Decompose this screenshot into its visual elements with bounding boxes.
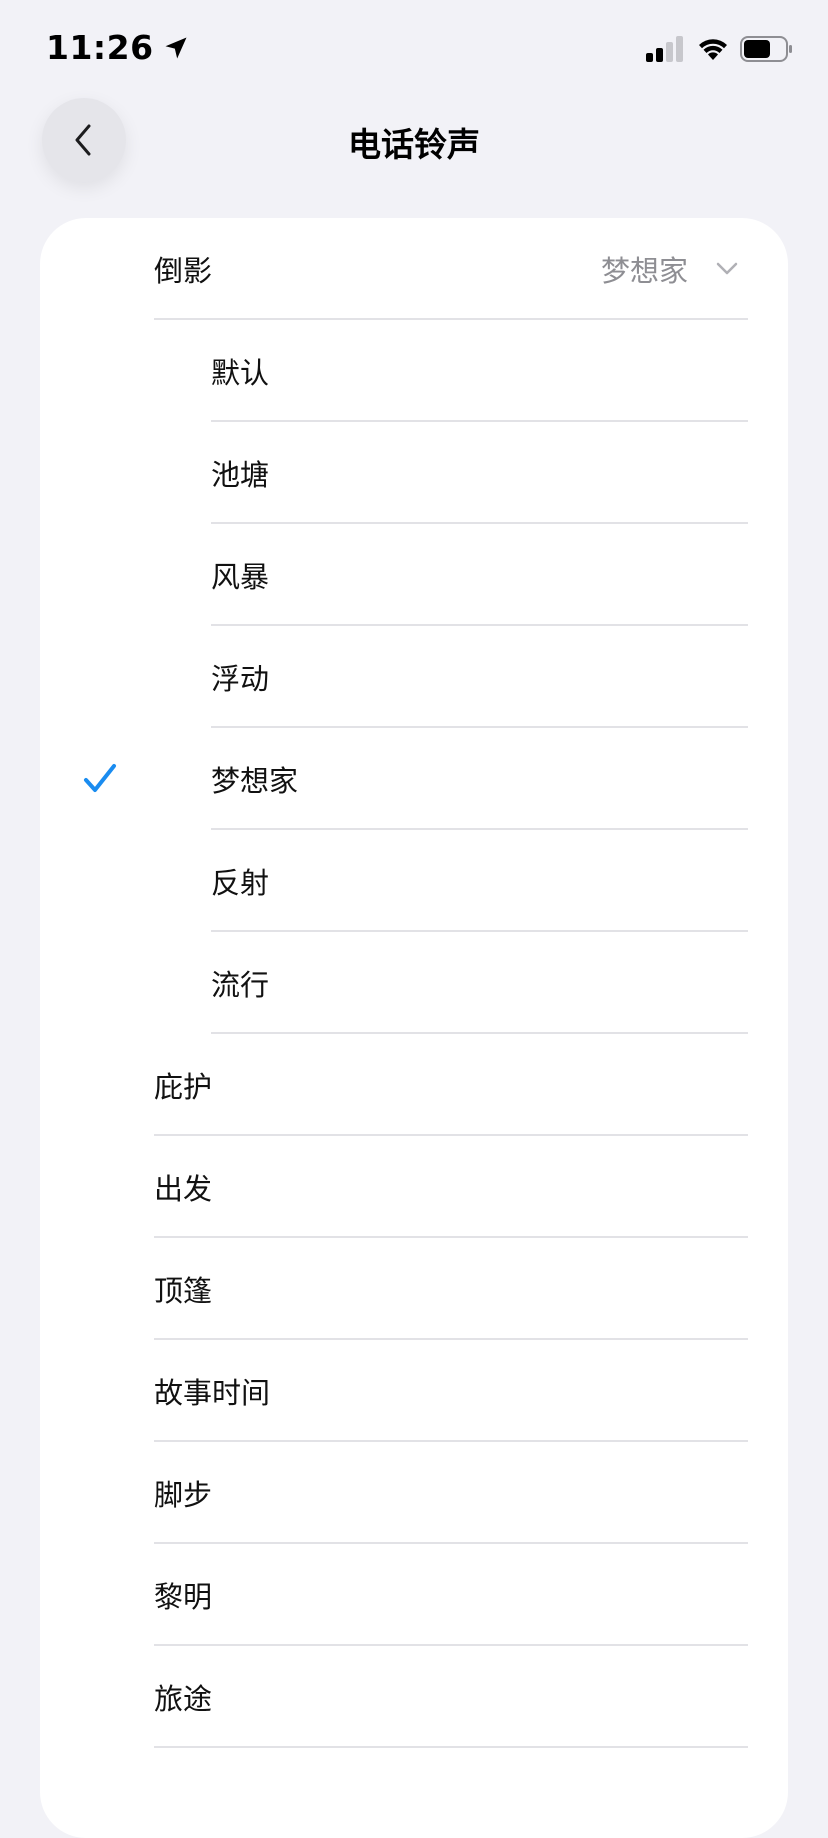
ringtone-option[interactable]: 流行: [40, 932, 788, 1034]
ringtone-option-label: 反射: [211, 866, 270, 900]
ringtone-option-label: 池塘: [211, 458, 270, 492]
cellular-signal-icon: [646, 36, 683, 62]
ringtone-item-label: 脚步: [154, 1478, 213, 1512]
battery-icon: [740, 36, 792, 62]
ringtone-option-label: 默认: [211, 356, 270, 390]
ringtone-item[interactable]: 出发: [40, 1136, 788, 1238]
ringtone-item[interactable]: 庇护: [40, 1034, 788, 1136]
chevron-down-icon: [716, 262, 738, 275]
page-title: 电话铃声: [348, 125, 480, 164]
ringtone-item-label: 顶篷: [154, 1274, 213, 1308]
ringtone-option[interactable]: 浮动: [40, 626, 788, 728]
ringtone-item-label: 出发: [154, 1172, 213, 1206]
ringtone-item[interactable]: 故事时间: [40, 1340, 788, 1442]
ringtone-option[interactable]: 默认: [40, 320, 788, 422]
ringtone-list-card: 倒影 梦想家 默认 池塘 风暴 浮动 梦想家 反射 流行 庇护 出发 顶篷 故事…: [40, 218, 788, 1838]
ringtone-item-label: 旅途: [154, 1682, 213, 1716]
ringtone-item-label: 故事时间: [154, 1376, 271, 1410]
ringtone-item[interactable]: 顶篷: [40, 1238, 788, 1340]
ringtone-option[interactable]: 反射: [40, 830, 788, 932]
status-time: 11:26: [46, 28, 190, 67]
ringtone-item-label: 庇护: [154, 1070, 213, 1104]
ringtone-option-label: 梦想家: [211, 764, 299, 798]
ringtone-option-label: 流行: [211, 968, 270, 1002]
wifi-icon: [699, 39, 727, 60]
location-arrow-icon: [165, 37, 187, 58]
checkmark-icon: [84, 764, 116, 792]
ringtone-option[interactable]: 池塘: [40, 422, 788, 524]
ringtone-option-label: 浮动: [211, 662, 270, 696]
status-time-text: 11:26: [46, 28, 154, 67]
separator: [154, 1746, 748, 1748]
ringtone-group-header[interactable]: 倒影 梦想家: [40, 218, 788, 320]
group-label: 倒影: [154, 254, 213, 288]
ringtone-item[interactable]: 黎明: [40, 1544, 788, 1646]
ringtone-option-label: 风暴: [211, 560, 270, 594]
group-selected-value: 梦想家: [600, 254, 688, 288]
ringtone-option-selected[interactable]: 梦想家: [40, 728, 788, 830]
status-bar: 11:26: [0, 0, 828, 100]
ringtone-option[interactable]: 风暴: [40, 524, 788, 626]
ringtone-item[interactable]: 旅途: [40, 1646, 788, 1748]
status-icons: [646, 36, 794, 62]
ringtone-item-label: 黎明: [154, 1580, 213, 1614]
ringtone-item[interactable]: 脚步: [40, 1442, 788, 1544]
